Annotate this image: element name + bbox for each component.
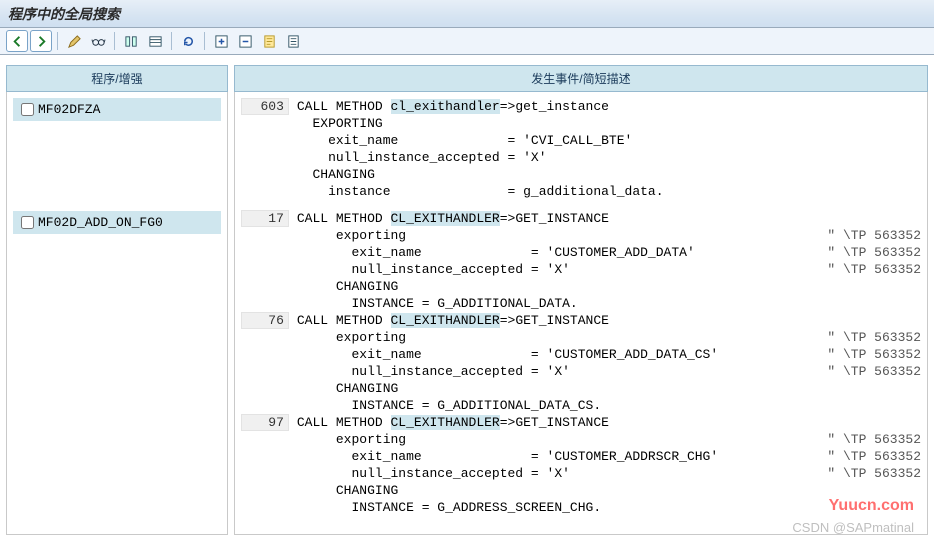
code-line: EXPORTING [241,115,921,132]
code-line: CHANGING [241,380,921,397]
code-line: CHANGING [241,166,921,183]
plus-box-icon[interactable] [210,30,232,52]
pencil-icon[interactable] [63,30,85,52]
separator [57,32,58,50]
code-line: null_instance_accepted = 'X' " \TP 56335… [241,363,921,380]
code-line: null_instance_accepted = 'X' " \TP 56335… [241,261,921,278]
code-line: null_instance_accepted = 'X' " \TP 56335… [241,465,921,482]
forward-icon[interactable] [30,30,52,52]
code-line: exporting " \TP 563352 [241,227,921,244]
separator [204,32,205,50]
program-item[interactable]: MF02DFZA [13,98,221,121]
right-column-header: 发生事件/简短描述 [234,65,928,92]
note-icon[interactable] [258,30,280,52]
back-icon[interactable] [6,30,28,52]
refresh-icon[interactable] [177,30,199,52]
code-line: null_instance_accepted = 'X' [241,149,921,166]
separator [171,32,172,50]
page-title: 程序中的全局搜索 [0,0,934,28]
code-line: exit_name = 'CUSTOMER_ADD_DATA_CS' " \TP… [241,346,921,363]
line-number: 17 [241,210,289,227]
line-number: 603 [241,98,289,115]
code-line: CHANGING [241,278,921,295]
columns-icon[interactable] [120,30,142,52]
code-line: exporting " \TP 563352 [241,431,921,448]
page-icon[interactable] [282,30,304,52]
content: 程序/增强 MF02DFZA MF02D_ADD_ON_FG0 发生事件/简短描述… [0,55,934,541]
code-line: exit_name = 'CUSTOMER_ADD_DATA' " \TP 56… [241,244,921,261]
code-list: 603CALL METHOD cl_exithandler=>get_insta… [234,92,928,535]
program-checkbox[interactable] [21,103,34,116]
program-checkbox[interactable] [21,216,34,229]
separator [114,32,115,50]
code-line: 17CALL METHOD CL_EXITHANDLER=>GET_INSTAN… [241,210,921,227]
line-number: 97 [241,414,289,431]
program-name: MF02D_ADD_ON_FG0 [38,215,163,230]
list-icon[interactable] [144,30,166,52]
line-number: 76 [241,312,289,329]
program-name: MF02DFZA [38,102,100,117]
code-line: 97CALL METHOD CL_EXITHANDLER=>GET_INSTAN… [241,414,921,431]
code-line: exit_name = 'CUSTOMER_ADDRSCR_CHG' " \TP… [241,448,921,465]
glasses-icon[interactable] [87,30,109,52]
code-line: CHANGING [241,482,921,499]
code-line: 603CALL METHOD cl_exithandler=>get_insta… [241,98,921,115]
program-item[interactable]: MF02D_ADD_ON_FG0 [13,211,221,234]
code-line: INSTANCE = G_ADDITIONAL_DATA. [241,295,921,312]
watermark-yuucn: Yuucn.com [829,497,914,515]
left-column-header: 程序/增强 [6,65,228,92]
toolbar [0,28,934,55]
minus-box-icon[interactable] [234,30,256,52]
code-line: INSTANCE = G_ADDRESS_SCREEN_CHG. [241,499,921,516]
code-line: exit_name = 'CVI_CALL_BTE' [241,132,921,149]
code-line: INSTANCE = G_ADDITIONAL_DATA_CS. [241,397,921,414]
code-line: 76CALL METHOD CL_EXITHANDLER=>GET_INSTAN… [241,312,921,329]
code-line: instance = g_additional_data. [241,183,921,200]
code-line: exporting " \TP 563352 [241,329,921,346]
watermark-csdn: CSDN @SAPmatinal [792,520,914,535]
program-list: MF02DFZA MF02D_ADD_ON_FG0 [6,92,228,535]
